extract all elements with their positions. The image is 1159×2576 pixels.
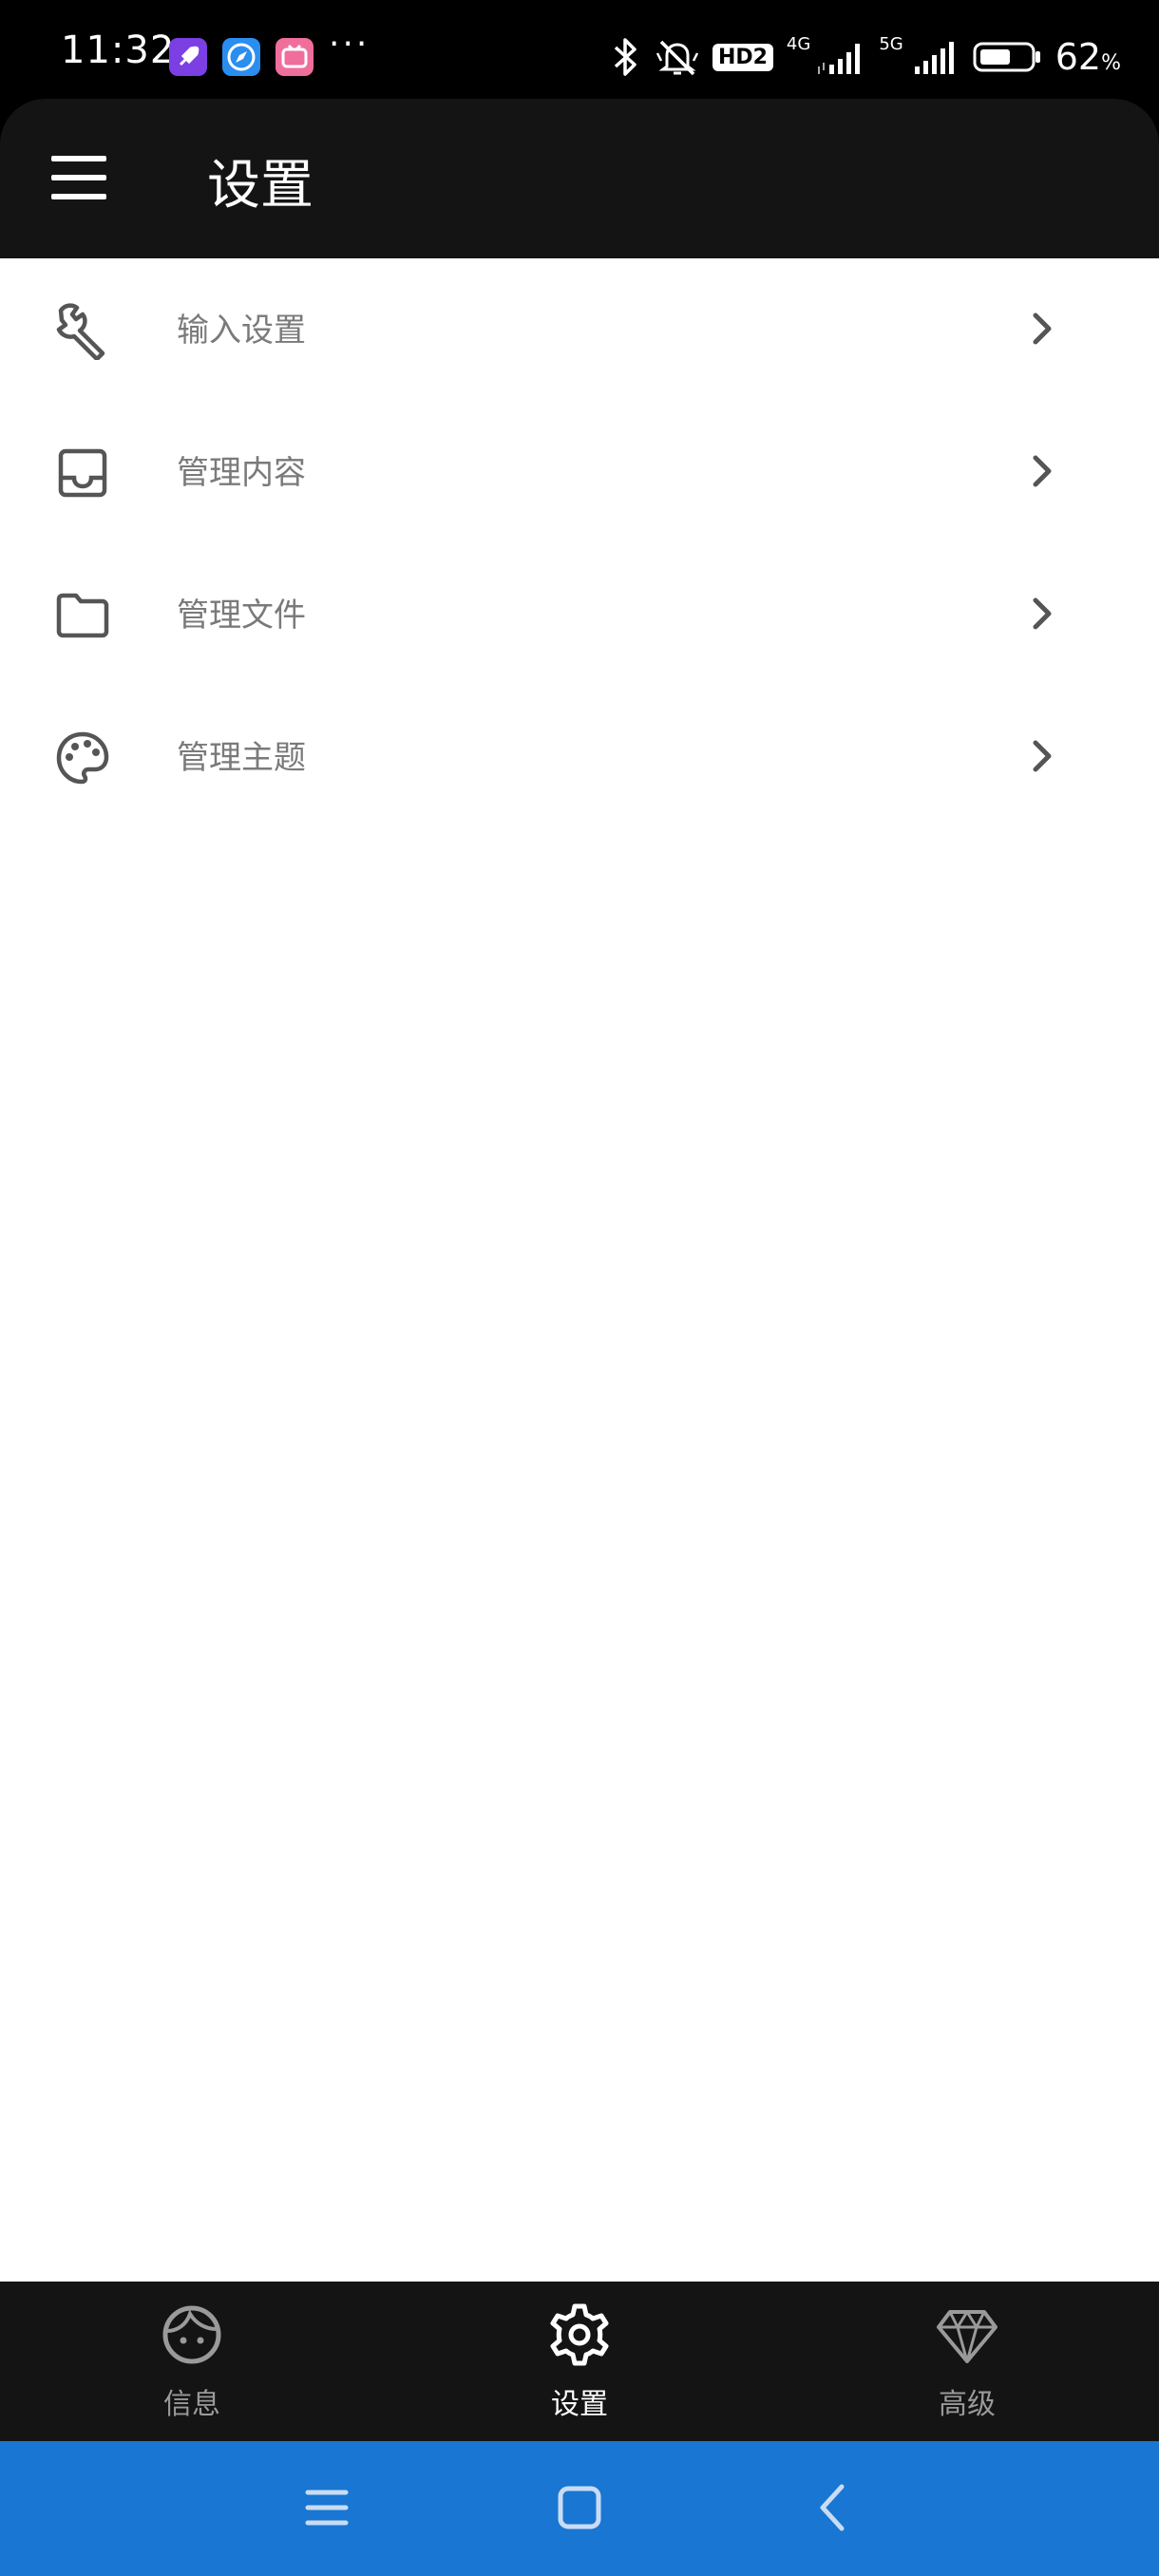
face-icon	[162, 2305, 221, 2364]
status-indicators: HD2 4G 5G 62%	[608, 34, 1121, 80]
settings-item-label: 管理文件	[177, 597, 306, 635]
settings-item-label: 管理内容	[177, 454, 306, 492]
nav-tab-info[interactable]: 信息	[49, 2282, 334, 2441]
settings-item-input[interactable]: 输入设置	[0, 258, 1159, 401]
inbox-icon	[58, 448, 107, 498]
status-time: 11:32	[61, 28, 176, 72]
chevron-right-icon	[1033, 740, 1052, 772]
back-icon[interactable]	[804, 2477, 864, 2538]
settings-item-content[interactable]: 管理内容	[0, 401, 1159, 543]
palette-icon	[56, 731, 109, 785]
nav-tab-settings[interactable]: 设置	[437, 2282, 722, 2441]
settings-item-label: 管理主题	[177, 739, 306, 777]
folder-icon	[56, 593, 109, 638]
battery-percent: 62%	[1054, 36, 1121, 78]
rocket-app-icon	[169, 38, 207, 76]
settings-item-label: 输入设置	[177, 312, 306, 350]
tv-app-icon	[276, 38, 314, 76]
nav-tab-label: 设置	[551, 2388, 608, 2421]
battery-icon	[973, 42, 1040, 72]
status-bar: 11:32 ··· HD2 4G 5G 62%	[0, 0, 1159, 114]
hamburger-icon[interactable]	[51, 156, 108, 201]
settings-list: 输入设置 管理内容 管理文件 管理主题	[0, 258, 1159, 2282]
nav-tab-label: 高级	[939, 2388, 996, 2421]
compass-app-icon	[222, 38, 260, 76]
sim1-network-label: 4G	[786, 33, 811, 54]
settings-item-files[interactable]: 管理文件	[0, 543, 1159, 686]
sim1-signal-icon	[818, 44, 861, 74]
sim2-signal-icon	[914, 42, 954, 74]
chevron-right-icon	[1033, 455, 1052, 487]
sim2-network-label: 5G	[879, 33, 903, 54]
nav-tab-premium[interactable]: 高级	[825, 2282, 1110, 2441]
more-notifications-icon: ···	[329, 25, 370, 64]
chevron-right-icon	[1033, 313, 1052, 345]
bell-muted-icon	[656, 40, 699, 76]
home-icon[interactable]	[549, 2477, 610, 2538]
nav-tab-label: 信息	[163, 2388, 220, 2421]
gear-icon	[550, 2303, 609, 2366]
settings-item-theme[interactable]: 管理主题	[0, 686, 1159, 828]
chevron-right-icon	[1033, 597, 1052, 630]
app-header: 设置	[0, 99, 1159, 258]
bluetooth-icon	[614, 38, 636, 76]
hd-voice-badge: HD2	[712, 43, 773, 71]
menu-icon[interactable]	[296, 2477, 357, 2538]
wrench-icon	[56, 303, 105, 360]
bottom-nav: 信息 设置 高级	[0, 2282, 1159, 2441]
system-nav-bar	[0, 2441, 1159, 2576]
diamond-icon	[937, 2310, 998, 2363]
page-title: 设置	[207, 155, 314, 217]
